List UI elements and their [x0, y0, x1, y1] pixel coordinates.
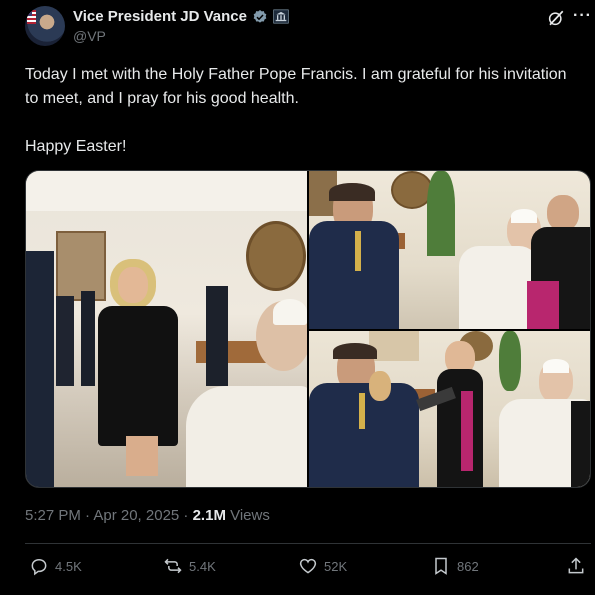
repost-button[interactable]: 5.4K	[163, 556, 216, 576]
photo-meeting[interactable]	[309, 171, 590, 329]
timestamp[interactable]: 5:27 PM · Apr 20, 2025 ·	[25, 507, 193, 524]
tweet-header: Vice President JD Vance @VP ···	[25, 6, 595, 46]
government-building-icon[interactable]	[273, 9, 289, 24]
more-options-icon[interactable]: ···	[573, 7, 592, 25]
reply-count: 4.5K	[55, 558, 82, 574]
reply-icon	[31, 558, 47, 576]
views-label: Views	[225, 507, 270, 524]
action-bar: 4.5K 5.4K 52K 862	[25, 556, 591, 580]
views-icon	[435, 557, 447, 575]
grok-icon[interactable]	[547, 9, 565, 27]
bookmark-count: 862	[457, 558, 479, 574]
divider	[25, 543, 591, 544]
avatar[interactable]	[25, 6, 65, 46]
share-icon	[568, 557, 584, 574]
repost-icon	[164, 558, 182, 574]
photo-gift-exchange[interactable]	[309, 331, 590, 487]
views-count: 2.1M	[192, 507, 226, 524]
tweet-meta: 5:27 PM · Apr 20, 2025 · 2.1M Views	[25, 507, 270, 524]
like-button[interactable]: 52K	[298, 556, 347, 576]
tweet-text-line1: Today I met with the Holy Father Pope Fr…	[25, 66, 567, 107]
like-icon	[299, 558, 317, 574]
tweet-text-line2: Happy Easter!	[25, 138, 127, 155]
tweet-text: Today I met with the Holy Father Pope Fr…	[25, 63, 570, 159]
media-grid	[25, 170, 591, 488]
name-row: Vice President JD Vance	[73, 8, 289, 25]
photo-greeting[interactable]	[26, 171, 307, 487]
like-count: 52K	[324, 558, 348, 574]
reply-button[interactable]: 4.5K	[29, 556, 82, 576]
bookmark-button[interactable]: 862	[431, 556, 479, 576]
verified-badge-icon[interactable]	[252, 9, 268, 25]
handle[interactable]: @VP	[73, 28, 106, 44]
display-name[interactable]: Vice President JD Vance	[73, 8, 247, 25]
share-button[interactable]	[566, 556, 586, 576]
repost-count: 5.4K	[189, 558, 216, 574]
